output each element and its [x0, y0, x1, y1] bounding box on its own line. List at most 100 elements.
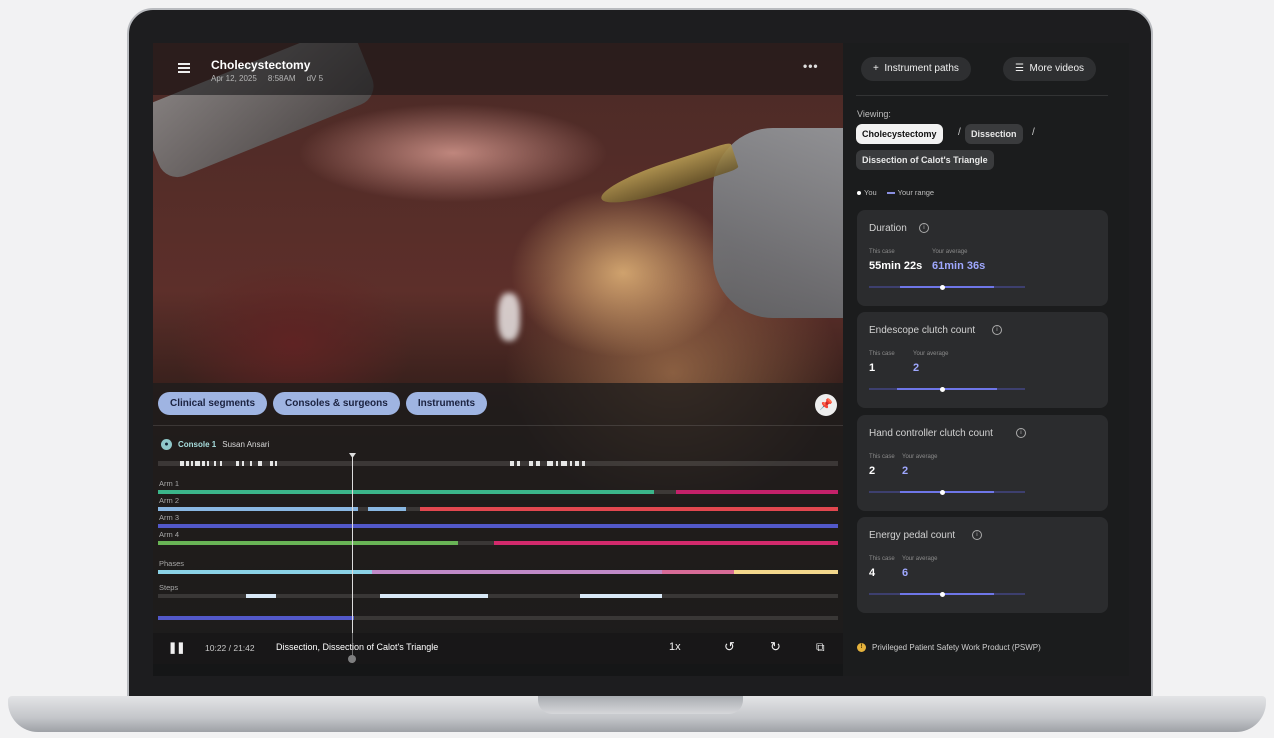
this-case-label: This case [869, 351, 895, 357]
legend: You Your range [857, 188, 934, 197]
info-icon[interactable]: i [972, 530, 982, 540]
hamburger-menu-icon[interactable] [178, 63, 190, 73]
console-user: Susan Ansari [222, 440, 270, 449]
picture-in-picture-icon[interactable]: ⧉ [816, 640, 825, 655]
legend-you: You [857, 188, 877, 197]
your-average-label: Your average [902, 556, 938, 562]
insights-panel: + Instrument paths ☰ More videos Viewing… [843, 43, 1129, 676]
arm1-track[interactable] [158, 490, 838, 494]
laptop-notch [538, 696, 743, 714]
playback-controls: ❚❚ 10:22 / 21:42 Dissection, Dissection … [153, 633, 843, 664]
app-screen: Cholecystectomy Apr 12, 2025 8:58AM dV 5… [153, 43, 1129, 676]
your-average-value: 2 [902, 465, 909, 477]
range-fill [900, 491, 994, 493]
range-fill [900, 286, 994, 288]
your-average-label: Your average [902, 454, 938, 460]
metric-title: Endescope clutch count [869, 325, 976, 336]
pswp-notice: ! Privileged Patient Safety Work Product… [857, 643, 1041, 652]
arm1-label: Arm 1 [159, 479, 180, 488]
range-track [869, 591, 1025, 597]
chip-clinical-segments[interactable]: Clinical segments [158, 392, 268, 415]
metric-title: Hand controller clutch count [869, 428, 993, 439]
time-display: 10:22 / 21:42 [205, 643, 255, 653]
case-meta: Apr 12, 2025 8:58AM dV 5 [211, 74, 324, 83]
arm2-track[interactable] [158, 507, 838, 511]
breadcrumb-procedure[interactable]: Cholecystectomy [856, 124, 943, 144]
info-icon[interactable]: i [1016, 428, 1026, 438]
metric-card-endoscope-clutch[interactable]: Endescope clutch count i This case Your … [857, 312, 1108, 408]
user-icon: ● [161, 439, 172, 450]
timeline-divider [153, 425, 843, 426]
your-average-label: Your average [932, 249, 968, 255]
surgical-video[interactable]: Cholecystectomy Apr 12, 2025 8:58AM dV 5… [153, 43, 843, 664]
legend-you-label: You [864, 188, 877, 197]
console-activity-track[interactable] [158, 461, 838, 466]
range-fill [897, 388, 997, 390]
steps-track[interactable] [158, 594, 838, 598]
warning-icon: ! [857, 643, 866, 652]
info-icon[interactable]: i [992, 325, 1002, 335]
chip-consoles-surgeons[interactable]: Consoles & surgeons [273, 392, 400, 415]
current-segment-label: Dissection, Dissection of Calot's Triang… [276, 642, 439, 652]
your-average-value: 6 [902, 567, 909, 579]
range-fill [900, 593, 994, 595]
metric-card-duration[interactable]: Duration i This case Your average 55min … [857, 210, 1108, 306]
arm3-label: Arm 3 [159, 513, 180, 522]
playhead-marker-icon[interactable] [349, 453, 356, 458]
this-case-value: 4 [869, 567, 876, 579]
metric-title: Energy pedal count [869, 530, 956, 541]
filter-chips: Clinical segments Consoles & surgeons In… [158, 392, 488, 415]
arm4-track[interactable] [158, 541, 838, 545]
range-track [869, 386, 1025, 392]
you-marker [939, 591, 945, 597]
pswp-text: Privileged Patient Safety Work Product (… [872, 643, 1041, 652]
you-marker [939, 284, 945, 290]
your-average-label: Your average [913, 351, 949, 357]
more-horizontal-icon[interactable]: ••• [803, 59, 819, 73]
arm3-track[interactable] [158, 524, 838, 528]
this-case-label: This case [869, 249, 895, 255]
light-reflection [498, 293, 520, 341]
metric-title: Duration [869, 223, 907, 234]
instrument-paths-button[interactable]: + Instrument paths [861, 57, 971, 81]
metric-card-energy-pedal[interactable]: Energy pedal count i This case Your aver… [857, 517, 1108, 613]
forward-icon[interactable]: ↻ [770, 639, 781, 655]
list-icon: ☰ [1015, 63, 1030, 74]
speed-button[interactable]: 1x [669, 641, 681, 653]
your-average-value: 2 [913, 362, 920, 374]
range-track [869, 489, 1025, 495]
legend-range-label: Your range [897, 188, 935, 197]
breadcrumb-step[interactable]: Dissection of Calot's Triangle [856, 150, 994, 170]
range-track [869, 284, 1025, 290]
you-dot-icon [857, 191, 861, 196]
playhead-line [352, 455, 353, 663]
plus-icon: + [873, 63, 885, 74]
this-case-label: This case [869, 454, 895, 460]
arm2-label: Arm 2 [159, 496, 180, 505]
side-divider [856, 95, 1108, 96]
timeline-panel: Clinical segments Consoles & surgeons In… [153, 383, 843, 664]
pin-icon[interactable]: 📌 [815, 394, 837, 416]
breadcrumb-separator: / [958, 127, 961, 138]
chip-instruments[interactable]: Instruments [405, 392, 488, 415]
your-average-value: 61min 36s [932, 260, 986, 272]
video-header: Cholecystectomy Apr 12, 2025 8:58AM dV 5… [153, 43, 843, 95]
console-row: ● Console 1 Susan Ansari [161, 439, 269, 450]
rewind-icon[interactable]: ↺ [724, 639, 735, 655]
breadcrumb-phase[interactable]: Dissection [965, 124, 1023, 144]
metric-card-hand-controller-clutch[interactable]: Hand controller clutch count i This case… [857, 415, 1108, 511]
more-videos-button[interactable]: ☰ More videos [1003, 57, 1096, 81]
more-videos-label: More videos [1029, 63, 1084, 74]
this-case-value: 55min 22s [869, 260, 923, 272]
console-label: Console 1 [178, 440, 217, 449]
range-line-icon [886, 192, 895, 195]
scrubber-track[interactable] [158, 616, 838, 620]
steps-label: Steps [159, 583, 179, 592]
phases-track[interactable] [158, 570, 838, 574]
info-icon[interactable]: i [919, 223, 929, 233]
phases-label: Phases [159, 559, 185, 568]
arm4-label: Arm 4 [159, 530, 180, 539]
you-marker [939, 386, 945, 392]
you-marker [939, 489, 945, 495]
pause-icon[interactable]: ❚❚ [168, 641, 185, 654]
